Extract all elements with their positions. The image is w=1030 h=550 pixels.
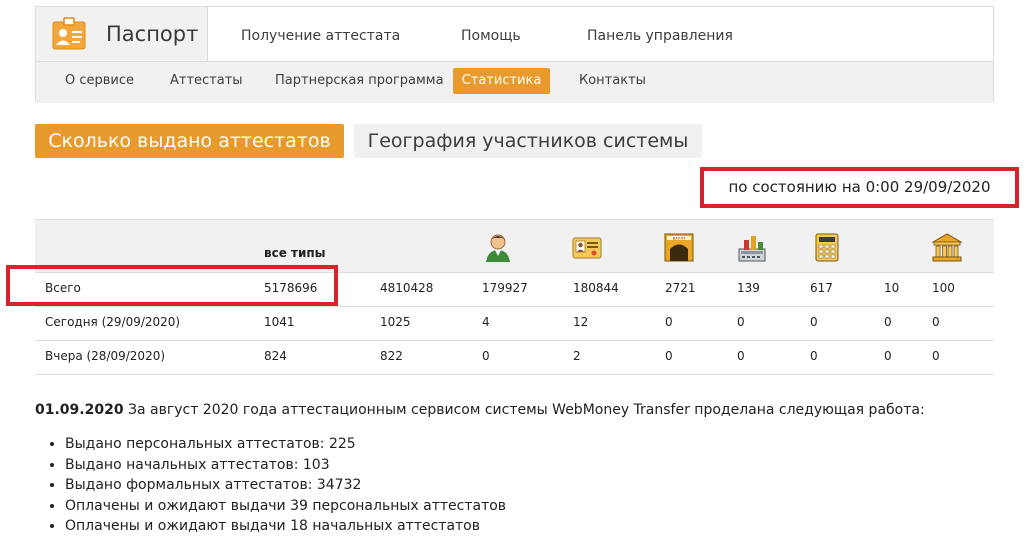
bank-building-icon	[931, 233, 963, 262]
cell-all-types: 5178696	[264, 281, 318, 295]
cell-value: 0	[737, 315, 745, 329]
svg-text:ВАУЛТ: ВАУЛТ	[673, 236, 686, 241]
subnav-item-about[interactable]: О сервисе	[50, 68, 149, 94]
tab-certificates-issued[interactable]: Сколько выдано аттестатов	[35, 124, 344, 158]
subnav-item-partner-program[interactable]: Партнерская программа	[260, 68, 459, 94]
list-item: Оплачены и ожидают выдачи 39 персональны…	[65, 496, 506, 517]
table-row-yesterday: Вчера (28/09/2020) 824 822 0 2 0 0 0 0 0	[35, 341, 994, 375]
passport-id-icon	[52, 17, 86, 50]
sub-navigation: О сервисе Аттестаты Партнерская программ…	[36, 61, 993, 103]
passport-brand-tab[interactable]: Паспорт	[36, 7, 208, 61]
cell-value: 822	[380, 349, 403, 363]
subnav-item-statistics[interactable]: Статистика	[453, 68, 550, 94]
calculator-icon	[815, 233, 839, 262]
brand-label: Паспорт	[106, 22, 199, 46]
news-intro: 01.09.2020 За август 2020 года аттестаци…	[35, 402, 925, 418]
cell-value: 4	[482, 315, 490, 329]
nav-item-get-certificate[interactable]: Получение аттестата	[241, 28, 400, 44]
news-date: 01.09.2020	[35, 402, 124, 418]
personal-user-icon	[486, 234, 510, 262]
cell-value: 617	[810, 281, 833, 295]
cell-value: 139	[737, 281, 760, 295]
nav-item-control-panel[interactable]: Панель управления	[587, 28, 733, 44]
main-nav-bar: Паспорт Получение аттестата Помощь Панел…	[36, 7, 993, 61]
header-all-types: все типы	[264, 246, 326, 260]
subnav-item-contacts[interactable]: Контакты	[564, 68, 661, 94]
cell-value: 0	[482, 349, 490, 363]
seller-register-icon	[738, 236, 766, 262]
cell-value: 0	[884, 315, 892, 329]
nav-item-help[interactable]: Помощь	[461, 28, 521, 44]
table-header: все типы ВАУЛТ	[35, 219, 994, 273]
cell-value: 0	[665, 315, 673, 329]
table-row-total: Всего 5178696 4810428 179927 180844 2721…	[35, 273, 994, 307]
top-navigation: Паспорт Получение аттестата Помощь Панел…	[35, 6, 994, 103]
treasury-vault-icon: ВАУЛТ	[664, 233, 694, 262]
cell-all-types: 1041	[264, 315, 295, 329]
cell-value: 4810428	[380, 281, 434, 295]
list-item: Оплачены и ожидают выдачи 18 начальных а…	[65, 516, 506, 537]
cell-value: 10	[884, 281, 900, 295]
row-label: Сегодня (29/09/2020)	[45, 315, 181, 329]
status-date: по состоянию на 0:00 29/09/2020	[700, 167, 1019, 208]
list-item: Выдано формальных аттестатов: 34732	[65, 475, 506, 496]
cell-all-types: 824	[264, 349, 287, 363]
cell-value: 179927	[482, 281, 528, 295]
cell-value: 0	[737, 349, 745, 363]
list-item: Выдано персональных аттестатов: 225	[65, 434, 506, 455]
cell-value: 12	[573, 315, 589, 329]
subnav-item-certificates[interactable]: Аттестаты	[155, 68, 258, 94]
news-list: Выдано персональных аттестатов: 225 Выда…	[35, 434, 506, 537]
cell-value: 2721	[665, 281, 696, 295]
table-row-today: Сегодня (29/09/2020) 1041 1025 4 12 0 0 …	[35, 307, 994, 341]
cell-value: 180844	[573, 281, 619, 295]
tab-geography[interactable]: География участников системы	[354, 124, 702, 158]
cell-value: 1025	[380, 315, 411, 329]
cell-value: 0	[884, 349, 892, 363]
row-label: Вчера (28/09/2020)	[45, 349, 166, 363]
cell-value: 2	[573, 349, 581, 363]
cell-value: 100	[932, 281, 955, 295]
id-card-icon	[572, 237, 602, 259]
cell-value: 0	[810, 315, 818, 329]
cell-value: 0	[932, 315, 940, 329]
cell-value: 0	[932, 349, 940, 363]
cell-value: 0	[665, 349, 673, 363]
list-item: Выдано начальных аттестатов: 103	[65, 455, 506, 476]
news-text: За август 2020 года аттестационным серви…	[128, 402, 925, 418]
row-label: Всего	[45, 281, 81, 295]
cell-value: 0	[810, 349, 818, 363]
